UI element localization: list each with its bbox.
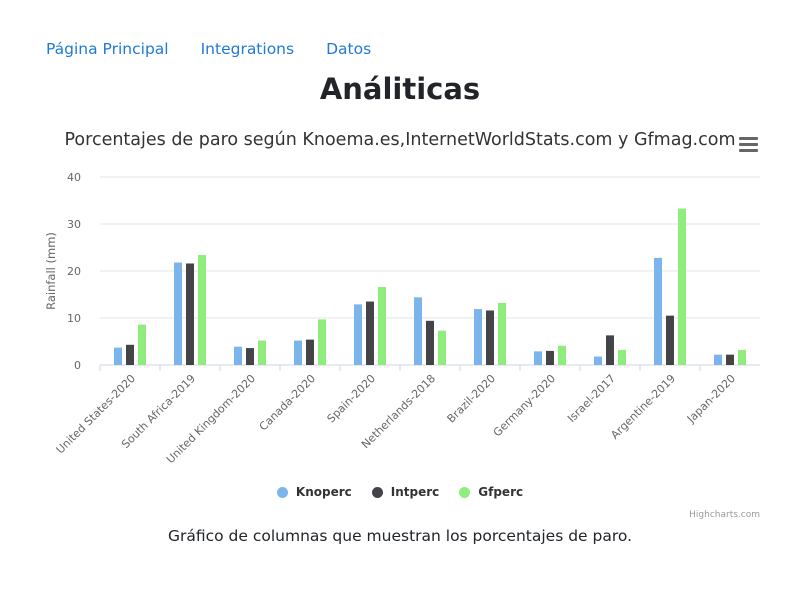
x-tick-label: Spain-2020	[325, 372, 379, 426]
bar-intperc	[366, 301, 374, 365]
bar-intperc	[246, 348, 254, 365]
legend-label-intperc: Intperc	[390, 485, 440, 499]
legend-marker-gfperc	[459, 486, 471, 498]
bar-knoperc	[174, 262, 182, 365]
legend-marker-intperc	[371, 486, 383, 498]
x-tick-label: Brazil-2020	[445, 372, 499, 426]
bar-gfperc	[498, 302, 506, 365]
bar-knoperc	[474, 309, 482, 365]
bar-gfperc	[618, 349, 626, 365]
bar-knoperc	[714, 354, 722, 365]
legend-item-knoperc[interactable]: Knoperc	[276, 485, 352, 499]
bar-gfperc	[198, 255, 206, 365]
bar-intperc	[546, 350, 554, 365]
bar-gfperc	[378, 286, 386, 365]
y-tick-label: 10	[67, 312, 81, 325]
bar-gfperc	[558, 345, 566, 365]
bar-knoperc	[294, 340, 302, 365]
bar-gfperc	[678, 208, 686, 365]
y-tick-label: 20	[67, 265, 81, 278]
x-tick-label: Japan-2020	[684, 372, 738, 426]
x-tick-label: Argentine-2019	[608, 372, 678, 442]
chart-canvas: 010203040Rainfall (mm)United States-2020…	[44, 171, 760, 466]
bar-knoperc	[114, 347, 122, 365]
chart-legend: Knoperc Intperc Gfperc	[0, 485, 800, 499]
bar-knoperc	[354, 304, 362, 365]
bar-knoperc	[654, 257, 662, 365]
bar-intperc	[426, 320, 434, 365]
bar-intperc	[486, 310, 494, 365]
legend-label-gfperc: Gfperc	[478, 485, 524, 499]
bar-knoperc	[534, 351, 542, 365]
x-tick-label: Germany-2020	[491, 372, 558, 439]
legend-label-knoperc: Knoperc	[295, 485, 352, 499]
legend-item-gfperc[interactable]: Gfperc	[459, 485, 523, 499]
legend-marker-knoperc	[276, 486, 288, 498]
x-tick-label: Israel-2017	[565, 372, 618, 425]
bar-knoperc	[594, 356, 602, 365]
y-tick-label: 0	[74, 359, 81, 372]
bar-intperc	[186, 263, 194, 365]
chart-caption: Gráfico de columnas que muestran los por…	[167, 527, 633, 545]
bar-intperc	[306, 339, 314, 365]
bar-intperc	[606, 335, 614, 365]
y-tick-label: 30	[67, 218, 81, 231]
bar-knoperc	[414, 297, 422, 365]
legend-item-intperc[interactable]: Intperc	[371, 485, 440, 499]
bar-gfperc	[738, 349, 746, 365]
bar-intperc	[126, 344, 134, 365]
bar-gfperc	[318, 319, 326, 365]
bar-intperc	[666, 315, 674, 365]
x-tick-label: Canada-2020	[257, 372, 318, 433]
y-axis-title: Rainfall (mm)	[44, 232, 58, 310]
bar-gfperc	[258, 340, 266, 365]
bar-gfperc	[438, 330, 446, 365]
bar-knoperc	[234, 346, 242, 365]
y-tick-label: 40	[67, 171, 81, 184]
credits-link[interactable]: Highcharts.com	[689, 510, 760, 520]
bar-gfperc	[138, 324, 146, 365]
bar-intperc	[726, 354, 734, 365]
